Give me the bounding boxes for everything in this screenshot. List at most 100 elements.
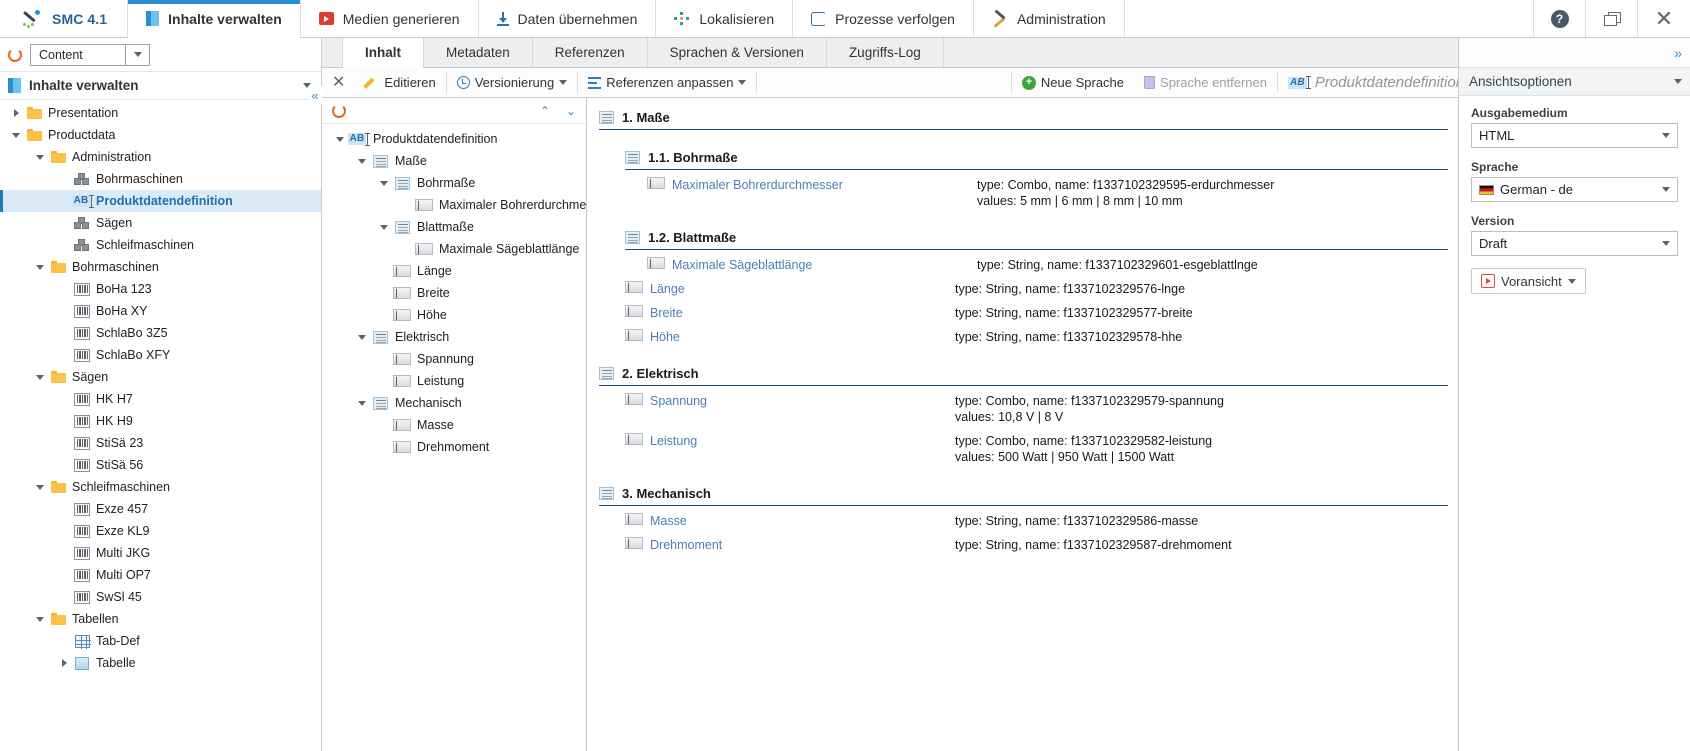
tree-item[interactable]: BoHa 123 [0,278,321,300]
expand-right-panel-button[interactable]: » [1674,45,1682,61]
tree-item[interactable]: Bohrmaschinen [0,168,321,190]
structure-tree-item[interactable]: Spannung [322,348,586,370]
restore-window-button[interactable] [1586,0,1638,37]
tree-item[interactable]: Multi OP7 [0,564,321,586]
tree-item[interactable]: StiSä 56 [0,454,321,476]
nav-daten-uebernehmen[interactable]: Daten übernehmen [479,0,657,37]
tree-item[interactable]: Multi JKG [0,542,321,564]
structure-tree-item[interactable]: Elektrisch [322,326,586,348]
twisty-expanded-icon[interactable] [354,158,370,164]
repository-select[interactable]: Content [30,43,150,66]
tab-sprachen-versionen[interactable]: Sprachen & Versionen [648,38,827,67]
nav-prozesse-verfolgen[interactable]: Prozesse verfolgen [793,0,974,37]
structure-tree-item[interactable]: Bohrmaße [322,172,586,194]
structure-tree-item[interactable]: Drehmoment [322,436,586,458]
tree-item[interactable]: StiSä 23 [0,432,321,454]
tree-item[interactable]: Schleifmaschinen [0,234,321,256]
twisty-expanded-icon[interactable] [354,400,370,406]
tree-item[interactable]: HK H9 [0,410,321,432]
structure-tree-item[interactable]: Höhe [322,304,586,326]
tree-item[interactable]: Exze 457 [0,498,321,520]
preview-button[interactable]: Voransicht [1471,268,1586,294]
form-section-label: 1. Maße [622,110,670,125]
refresh-icon[interactable] [332,103,346,118]
form-field-type: type: String, name: f1337102329578-hhe [955,330,1183,344]
tree-item[interactable]: Tabelle [0,652,321,674]
tab-metadaten[interactable]: Metadaten [424,38,533,67]
twisty-expanded-icon[interactable] [32,154,48,160]
tree-item[interactable]: SchlaBo 3Z5 [0,322,321,344]
remove-language-button[interactable]: Sprache entfernen [1134,68,1277,97]
tree-item[interactable]: SwSl 45 [0,586,321,608]
structure-tree-item[interactable]: Leistung [322,370,586,392]
new-language-button[interactable]: + Neue Sprache [1012,68,1134,97]
structure-tree-item[interactable]: Maximale Sägeblattlänge [322,238,586,260]
nav-lokalisieren[interactable]: Lokalisieren [656,0,794,37]
nav-administration[interactable]: Administration [974,0,1125,37]
tree-item[interactable]: Sägen [0,366,321,388]
tab-label: Referenzen [554,45,625,60]
tree-item[interactable]: Exze KL9 [0,520,321,542]
twisty-expanded-icon[interactable] [32,616,48,622]
edit-button[interactable]: Editieren [355,68,445,97]
close-document-button[interactable]: ✕ [322,68,355,97]
tree-item[interactable]: Sägen [0,212,321,234]
twisty-expanded-icon[interactable] [32,484,48,490]
structure-tree-item[interactable]: AB Produktdatendefinition [322,128,586,150]
form-field-label[interactable]: Breite [650,305,683,321]
tree-item[interactable]: Presentation [0,102,321,124]
view-option-select[interactable]: German - de [1471,177,1678,202]
form-field-label[interactable]: Masse [650,513,687,529]
close-window-button[interactable]: ✕ [1638,0,1690,37]
refresh-icon[interactable] [8,47,22,62]
twisty-expanded-icon[interactable] [332,136,348,142]
twisty-expanded-icon[interactable] [376,180,392,186]
tree-item[interactable]: Administration [0,146,321,168]
previous-node-button[interactable]: ⌃ [540,105,550,117]
versioning-menu-button[interactable]: Versionierung [447,68,578,97]
structure-tree-item[interactable]: Breite [322,282,586,304]
structure-tree-item[interactable]: Länge [322,260,586,282]
nav-inhalte-verwalten[interactable]: Inhalte verwalten [128,0,301,38]
tree-item[interactable]: Productdata [0,124,321,146]
structure-tree-item[interactable]: Blattmaße [322,216,586,238]
tree-item[interactable]: Tab-Def [0,630,321,652]
structure-tree-item[interactable]: Masse [322,414,586,436]
view-options-header[interactable]: Ansichtsoptionen [1459,68,1690,96]
form-field-label[interactable]: Leistung [650,433,697,449]
collapse-left-panel-button[interactable]: « [308,86,322,104]
tab-referenzen[interactable]: Referenzen [533,38,648,67]
twisty-collapsed-icon[interactable] [56,659,72,667]
help-button[interactable]: ? [1534,0,1586,37]
form-field-label[interactable]: Länge [650,281,685,297]
tab-zugriffs-log[interactable]: Zugriffs-Log [827,38,944,67]
structure-tree-item[interactable]: Maximaler Bohrerdurchmesser [322,194,586,216]
form-field-label[interactable]: Drehmoment [650,537,722,553]
view-option-select[interactable]: HTML [1471,123,1678,148]
structure-tree-item[interactable]: Mechanisch [322,392,586,414]
tree-item[interactable]: SchlaBo XFY [0,344,321,366]
nav-medien-generieren[interactable]: Medien generieren [301,0,479,37]
adjust-references-menu-button[interactable]: Referenzen anpassen [578,68,756,97]
structure-tree-item[interactable]: Maße [322,150,586,172]
tree-item[interactable]: Bohrmaschinen [0,256,321,278]
next-node-button[interactable]: ⌄ [566,105,576,117]
form-field-label[interactable]: Spannung [650,393,707,409]
tree-item[interactable]: BoHa XY [0,300,321,322]
twisty-expanded-icon[interactable] [8,132,24,138]
view-option-select[interactable]: Draft [1471,231,1678,256]
tree-item[interactable]: AB Produktdatendefinition [0,190,321,212]
form-field-label[interactable]: Maximale Sägeblattlänge [672,257,812,273]
tree-item[interactable]: Schleifmaschinen [0,476,321,498]
form-field-label[interactable]: Maximaler Bohrerdurchmesser [672,177,843,193]
twisty-expanded-icon[interactable] [376,224,392,230]
form-field-label[interactable]: Höhe [650,329,680,345]
tab-inhalt[interactable]: Inhalt [342,38,424,68]
table-definition-icon [74,634,91,649]
tree-item[interactable]: Tabellen [0,608,321,630]
twisty-expanded-icon[interactable] [32,264,48,270]
twisty-expanded-icon[interactable] [32,374,48,380]
twisty-collapsed-icon[interactable] [8,109,24,117]
twisty-expanded-icon[interactable] [354,334,370,340]
tree-item[interactable]: HK H7 [0,388,321,410]
